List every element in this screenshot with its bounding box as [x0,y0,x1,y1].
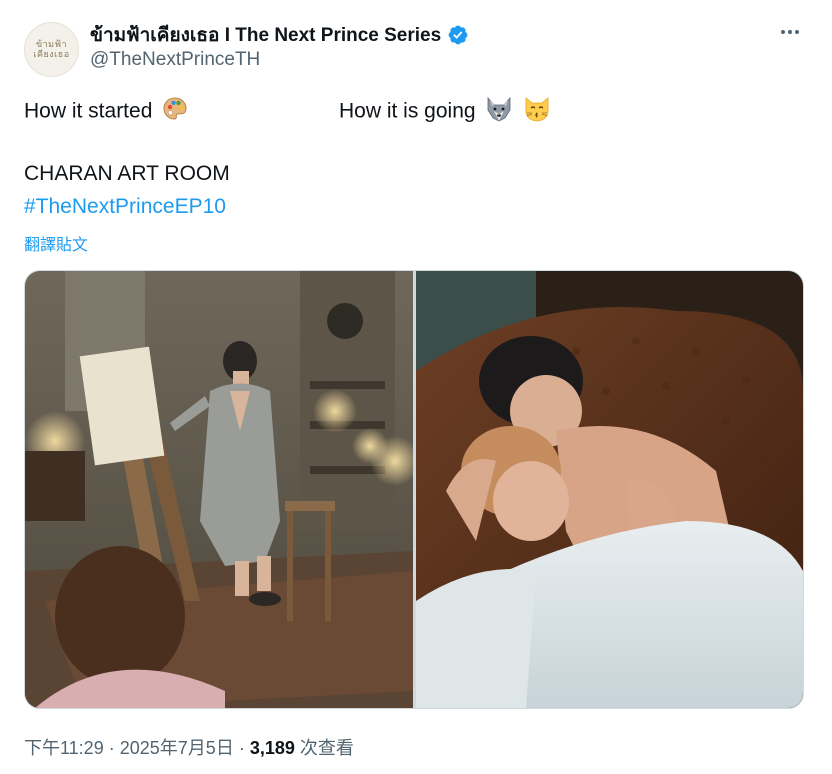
display-name[interactable]: ข้ามฟ้าเคียงเธอ I The Next Prince Series [90,20,441,50]
more-dots-icon [788,30,792,34]
more-dots-icon [795,30,799,34]
meta-separator: · [238,738,245,758]
author-handle[interactable]: @TheNextPrinceTH [90,49,260,71]
hashtag-link[interactable]: #TheNextPrinceEP10 [24,195,226,219]
tweet-meta: 下午11:29 · 2025年7月5日 · 3,189 次查看 [24,734,354,760]
tweet-text-started-label: How it started [24,99,153,123]
avatar-logo-line2: เคียงเธอ [33,49,70,60]
more-options-button[interactable] [773,18,807,46]
views-count: 3,189 [249,738,295,758]
timestamp-time[interactable]: 下午11:29 [24,738,104,758]
avatar[interactable]: ข้ามฟ้า เคียงเธอ [24,22,79,77]
photo-art-room[interactable] [25,271,413,708]
tweet-text-art-room: CHARAN ART ROOM [24,162,230,185]
palette-emoji-icon [162,96,188,128]
author-name-row[interactable]: ข้ามฟ้าเคียงเธอ I The Next Prince Series [90,20,469,50]
timestamp-date[interactable]: 2025年7月5日 [120,738,234,758]
tweet-text-going: How it is going [339,96,551,128]
tweet-text-started: How it started [24,96,188,128]
photo-sofa[interactable] [416,271,803,708]
verified-badge-icon[interactable] [447,24,469,46]
more-dots-icon [781,30,785,34]
kissing-cat-emoji-icon [523,96,551,128]
media-grid [24,270,804,709]
meta-separator: · [108,738,115,758]
translate-post-link[interactable]: 翻譯貼文 [24,231,88,255]
avatar-logo: ข้ามฟ้า เคียงเธอ [33,40,69,60]
tweet-card: ข้ามฟ้า เคียงเธอ ข้ามฟ้าเคียงเธอ I The N… [0,0,832,774]
views-label: 次查看 [299,738,354,758]
avatar-logo-line1: ข้ามฟ้า [35,39,68,50]
tweet-text-going-label: How it is going [339,99,476,123]
wolf-emoji-icon [485,96,513,128]
